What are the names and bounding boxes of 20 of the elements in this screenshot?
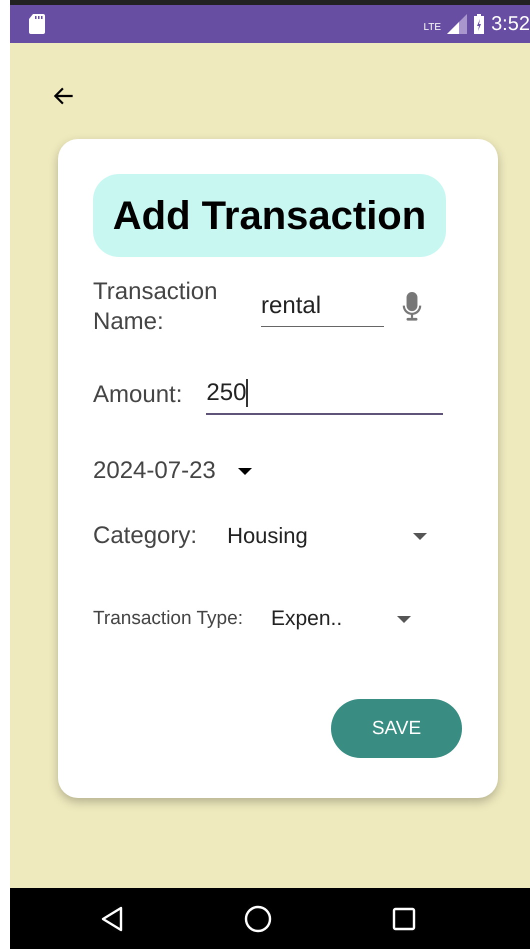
- battery-icon: [473, 14, 486, 34]
- microphone-icon[interactable]: [402, 292, 422, 322]
- form-title: Add Transaction: [93, 174, 446, 257]
- sd-card-icon: [28, 13, 46, 35]
- clock-time: 3:52: [491, 12, 530, 36]
- category-dropdown[interactable]: Housing: [227, 519, 428, 553]
- type-dropdown[interactable]: Expen..: [270, 603, 411, 635]
- back-nav-icon[interactable]: [100, 906, 124, 932]
- home-nav-icon[interactable]: [244, 904, 272, 932]
- name-input-field[interactable]: rental: [261, 288, 384, 326]
- save-button[interactable]: SAVE: [331, 699, 462, 758]
- network-label: LTE: [423, 22, 442, 32]
- field-label: Transaction Type:: [93, 608, 243, 630]
- date-dropdown[interactable]: 2024-07-23: [93, 453, 252, 489]
- field-label: Transaction Name:: [93, 277, 218, 337]
- recents-nav-icon[interactable]: [392, 906, 416, 930]
- amount-input-field[interactable]: 250: [206, 375, 444, 415]
- field-label: Category:: [93, 522, 198, 550]
- field-label: Amount:: [93, 381, 182, 409]
- signal-icon: [447, 14, 468, 34]
